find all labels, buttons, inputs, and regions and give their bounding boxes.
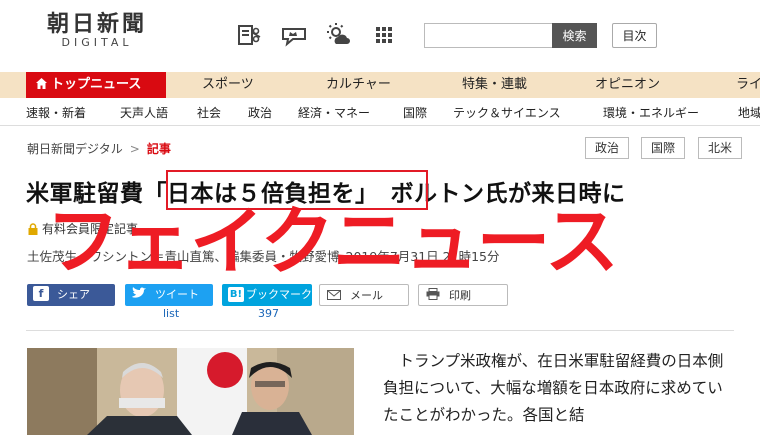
nav-society[interactable]: 社会 [197, 100, 221, 126]
article-photo[interactable] [27, 348, 354, 435]
nav-region[interactable]: 地域 [738, 100, 760, 126]
breadcrumb-separator: > [129, 142, 140, 156]
home-icon [36, 78, 47, 89]
nav-politics[interactable]: 政治 [248, 100, 272, 126]
logo-jp: 朝日新聞 [46, 11, 147, 37]
print-button[interactable]: 印刷 [418, 284, 508, 306]
nav-culture[interactable]: カルチャー [326, 72, 391, 98]
secondary-nav: 速報・新着 天声人語 社会 政治 経済・マネー 国際 テック＆サイエンス 環境・… [0, 100, 760, 126]
nav-sports[interactable]: スポーツ [202, 72, 254, 98]
twitter-share-label: ツイート [155, 288, 199, 301]
print-label: 印刷 [449, 289, 471, 302]
weather-icon[interactable] [326, 22, 352, 48]
breadcrumb-current: 記事 [146, 142, 171, 156]
facebook-share-button[interactable]: f シェア [27, 284, 115, 306]
mail-share-label: メール [350, 289, 383, 302]
print-icon [426, 288, 440, 300]
twitter-icon [132, 287, 146, 298]
nav-top-news[interactable]: トップニュース [26, 72, 166, 98]
logo-en: DIGITAL [61, 36, 133, 49]
nav-tech-science[interactable]: テック＆サイエンス [453, 100, 561, 126]
divider [26, 330, 734, 331]
mail-share-button[interactable]: メール [319, 284, 409, 306]
nav-opinion[interactable]: オピニオン [595, 72, 660, 98]
article-body-paragraph: トランプ米政権が、在日米軍駐留経費の日本側負担について、大幅な増額を日本政府に求… [383, 352, 724, 424]
header-icons [236, 22, 397, 48]
index-button[interactable]: 目次 [612, 23, 657, 48]
tag-north-america[interactable]: 北米 [698, 137, 742, 159]
facebook-share-label: シェア [57, 288, 90, 301]
menu-grid-icon[interactable] [371, 22, 397, 48]
twitter-share-button[interactable]: ツイート [125, 284, 213, 306]
asahi-digital-logo[interactable]: 朝日新聞 DIGITAL [38, 12, 156, 50]
nav-environment[interactable]: 環境・エネルギー [603, 100, 699, 126]
tag-politics[interactable]: 政治 [585, 137, 629, 159]
fake-news-overlay: フェイクニュース [46, 199, 619, 285]
nav-economy[interactable]: 経済・マネー [298, 100, 370, 126]
nav-top-news-label: トップニュース [51, 77, 142, 92]
twitter-count[interactable]: list [163, 307, 179, 320]
hatena-bookmark-button[interactable]: B! ブックマーク [222, 284, 312, 306]
hatena-bookmark-icon: B! [228, 287, 244, 302]
crown-chat-icon[interactable] [281, 22, 307, 48]
article-body: トランプ米政権が、在日米軍駐留経費の日本側負担について、大幅な増額を日本政府に求… [383, 348, 733, 429]
search-button[interactable]: 検索 [552, 23, 597, 48]
lock-icon [28, 223, 38, 235]
mail-icon [327, 290, 341, 300]
nav-life[interactable]: ライ [736, 72, 760, 98]
primary-nav: トップニュース スポーツ カルチャー 特集・連載 オピニオン ライ [0, 72, 760, 98]
breadcrumb: 朝日新聞デジタル > 記事 [27, 140, 171, 157]
newspaper-scissors-icon[interactable] [236, 22, 262, 48]
hatena-bookmark-label: ブックマーク [246, 288, 312, 301]
hatena-bookmark-count[interactable]: 397 [258, 307, 279, 320]
breadcrumb-home[interactable]: 朝日新聞デジタル [27, 142, 123, 156]
nav-breaking[interactable]: 速報・新着 [26, 100, 86, 126]
search-input[interactable] [424, 23, 552, 48]
nav-international[interactable]: 国際 [403, 100, 427, 126]
facebook-icon: f [33, 286, 49, 301]
nav-tenseijingo[interactable]: 天声人語 [120, 100, 168, 126]
nav-features[interactable]: 特集・連載 [462, 72, 527, 98]
tag-international[interactable]: 国際 [641, 137, 685, 159]
